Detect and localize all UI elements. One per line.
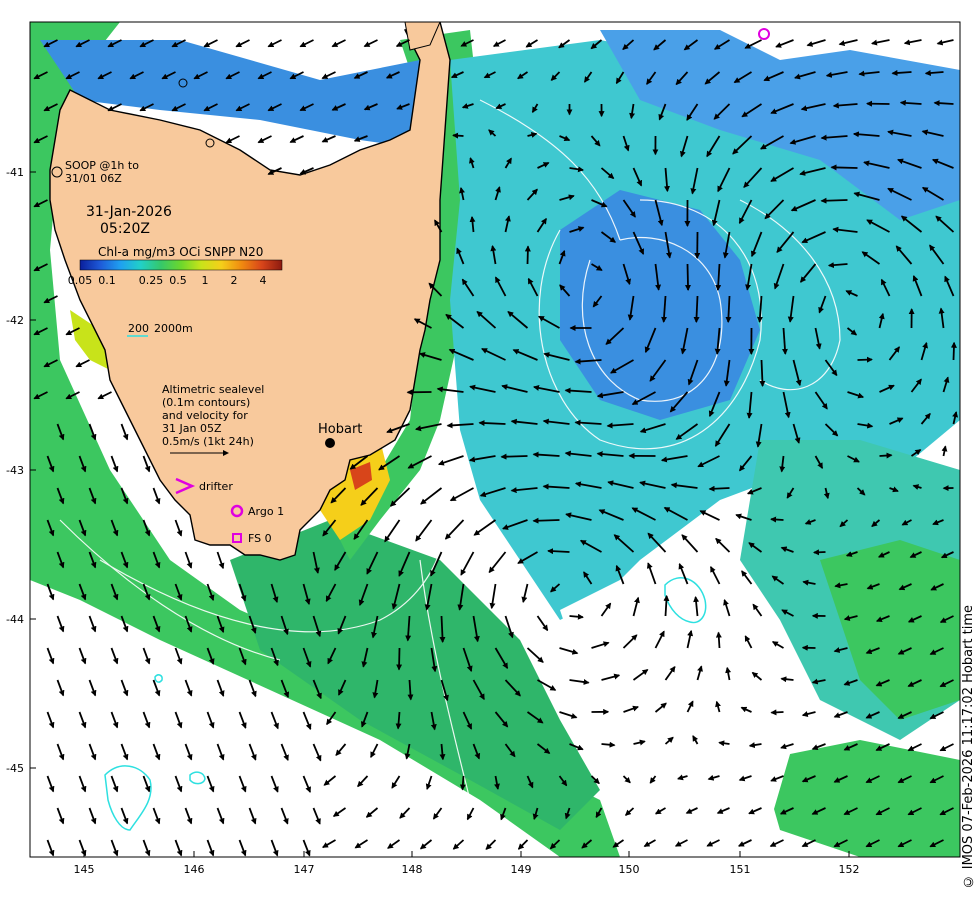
alt-line-1: Altimetric sealevel (162, 383, 264, 396)
velocity-arrow (500, 453, 528, 460)
velocity-arrow (459, 775, 466, 791)
colorbar-title: Chl-a mg/m3 OCi SNPP N20 (98, 245, 263, 259)
velocity-arrow (933, 100, 954, 107)
ocean-chlorophyll-map: 145 146 147 148 149 150 151 152 -41 -42 -43 -44 -45… (5, 21, 961, 876)
velocity-arrow (813, 549, 826, 556)
x-tick-label: 145 (74, 863, 95, 876)
velocity-arrow (478, 420, 506, 427)
depth-legend-2000: 2000m (154, 322, 193, 335)
argo-label: Argo 1 (248, 505, 284, 518)
velocity-arrow (663, 594, 670, 617)
x-tick-label: 146 (184, 863, 205, 876)
velocity-arrow (770, 709, 784, 716)
velocity-arrow (532, 517, 560, 524)
velocity-arrow (396, 647, 403, 671)
y-tick-label: -43 (6, 464, 24, 477)
colorbar-tick-label: 2 (231, 274, 238, 287)
y-tick-label: -41 (6, 166, 24, 179)
velocity-arrow (547, 548, 570, 555)
colorbar-tick-label: 0.05 (68, 274, 93, 287)
drifter-label: drifter (199, 480, 233, 493)
velocity-arrow (820, 197, 848, 204)
alt-line-3: and velocity for (162, 409, 248, 422)
x-tick-label: 147 (294, 863, 315, 876)
velocity-arrow (715, 631, 722, 649)
velocity-arrow (684, 263, 691, 291)
soop-label-line2: 31/01 06Z (65, 172, 122, 185)
alt-line-5: 0.5m/s (1kt 24h) (162, 435, 254, 448)
hobart-marker (325, 438, 335, 448)
king-island (5, 22, 25, 45)
credit-text: © IMOS 07-Feb-2026 11:17:02 Hobart time (961, 604, 976, 888)
velocity-arrow (601, 741, 616, 748)
colorbar-tick-label: 1 (202, 274, 209, 287)
x-tick-label: 152 (839, 863, 860, 876)
map-date: 31-Jan-2026 (86, 204, 172, 220)
velocity-arrow (569, 613, 584, 620)
y-tick-label: -44 (6, 613, 24, 626)
map-time: 05:20Z (100, 221, 150, 237)
velocity-arrow (452, 132, 464, 139)
y-tick-label: -45 (6, 762, 24, 775)
colorbar-tick-label: 0.25 (139, 274, 164, 287)
velocity-arrow (759, 359, 766, 387)
alt-line-4: 31 Jan 05Z (162, 422, 222, 435)
velocity-arrow (857, 356, 873, 363)
x-tick-label: 150 (619, 863, 640, 876)
fs-label: FS 0 (248, 532, 272, 545)
velocity-arrow (693, 295, 700, 323)
velocity-arrow (830, 164, 858, 171)
colorbar (79, 259, 283, 271)
colorbar-tick-label: 4 (260, 274, 267, 287)
colorbar-tick-label: 0.5 (169, 274, 187, 287)
hobart-label: Hobart (318, 422, 362, 437)
alt-line-2: (0.1m contours) (162, 396, 250, 409)
velocity-arrow (439, 615, 446, 643)
x-tick-label: 148 (402, 863, 423, 876)
velocity-arrow (770, 516, 784, 523)
soop-label-line1: SOOP @1h to (65, 159, 139, 172)
depth-legend-200: 200 (128, 322, 149, 335)
colorbar-tick-label: 0.1 (98, 274, 116, 287)
velocity-arrow (524, 245, 531, 265)
velocity-arrow (708, 485, 730, 492)
velocity-arrow (879, 452, 893, 459)
x-tick-label: 149 (511, 863, 532, 876)
x-tick-label: 151 (730, 863, 751, 876)
velocity-arrow (950, 341, 957, 361)
y-tick-label: -42 (6, 314, 24, 327)
